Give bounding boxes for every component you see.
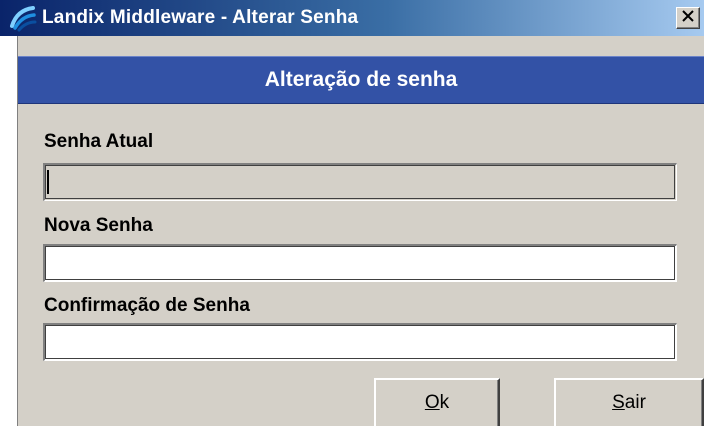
close-button[interactable] — [676, 7, 700, 29]
change-password-dialog: Landix Middleware - Alterar Senha Altera… — [0, 0, 704, 426]
title-bar[interactable]: Landix Middleware - Alterar Senha — [0, 0, 704, 36]
current-password-field[interactable] — [43, 163, 677, 201]
window-left-edge — [0, 36, 18, 426]
confirm-password-label: Confirmação de Senha — [44, 295, 250, 316]
current-password-label: Senha Atual — [44, 131, 154, 152]
ok-label-rest: k — [439, 392, 450, 413]
exit-label-rest: air — [624, 392, 646, 413]
ok-button[interactable]: Ok — [374, 378, 500, 426]
landix-app-icon — [8, 3, 38, 33]
header-band: Alteração de senha — [18, 56, 704, 104]
new-password-field[interactable] — [43, 244, 677, 282]
exit-button[interactable]: Sair — [554, 378, 704, 426]
ok-accel-key: O — [424, 392, 440, 413]
text-caret — [47, 170, 49, 194]
new-password-label: Nova Senha — [44, 215, 153, 236]
confirm-password-field[interactable] — [43, 323, 677, 361]
window-title: Landix Middleware - Alterar Senha — [42, 7, 359, 28]
close-icon — [682, 9, 694, 27]
header-title: Alteração de senha — [264, 68, 458, 91]
exit-accel-key: S — [612, 392, 625, 413]
